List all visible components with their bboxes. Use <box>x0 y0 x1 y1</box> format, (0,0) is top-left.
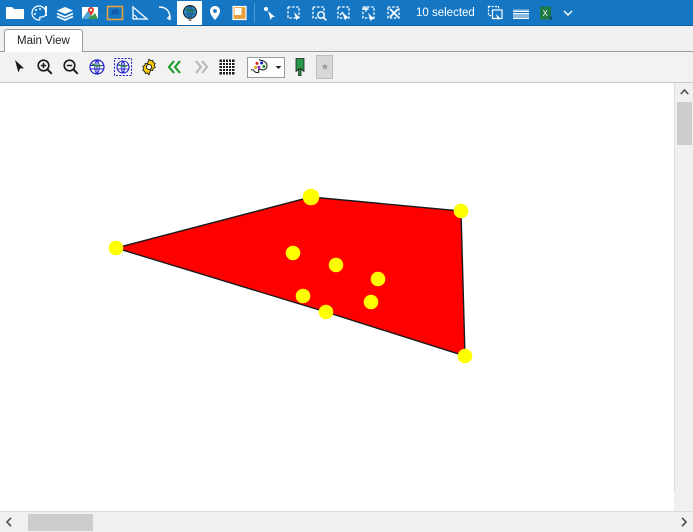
open-folder-icon[interactable] <box>2 1 27 25</box>
vertical-scroll-thumb[interactable] <box>677 102 692 145</box>
tab-main-view[interactable]: Main View <box>4 29 83 52</box>
scroll-left-arrow-icon[interactable] <box>0 512 18 532</box>
scroll-up-arrow-icon[interactable] <box>675 83 693 100</box>
scroll-right-arrow-icon[interactable] <box>675 512 693 532</box>
polygon-vertex[interactable] <box>457 348 473 364</box>
measure-angle-icon[interactable] <box>127 1 152 25</box>
boundary-icon[interactable] <box>102 1 127 25</box>
tab-bar: Main View <box>0 26 693 52</box>
clear-selection-icon[interactable] <box>382 1 407 25</box>
scrollbar-corner <box>674 492 693 511</box>
select-point-icon[interactable] <box>257 1 282 25</box>
window-icon[interactable] <box>227 1 252 25</box>
map-pin-icon[interactable] <box>77 1 102 25</box>
table-view-icon[interactable] <box>509 1 534 25</box>
globe-icon[interactable] <box>177 0 202 25</box>
geometry-scene[interactable] <box>0 83 674 510</box>
pointer-tool-icon[interactable] <box>6 55 32 80</box>
polygon-vertex[interactable] <box>108 240 124 256</box>
horizontal-scroll-thumb[interactable] <box>28 514 93 531</box>
horizontal-scrollbar[interactable] <box>0 511 693 532</box>
step-forward-icon[interactable] <box>188 55 214 80</box>
selected-polygon[interactable] <box>113 196 466 357</box>
polygon-vertex[interactable] <box>295 288 311 304</box>
polygon-vertex[interactable] <box>370 271 386 287</box>
zoom-in-icon[interactable] <box>32 55 58 80</box>
color-palette-picker[interactable] <box>247 56 285 78</box>
step-back-icon[interactable] <box>162 55 188 80</box>
vector-field-icon[interactable]: x <box>152 1 177 25</box>
grid-icon[interactable] <box>214 55 240 80</box>
polygon-vertex[interactable] <box>302 188 320 206</box>
polygon-vertex[interactable] <box>328 257 344 273</box>
overflow-caret-icon[interactable] <box>559 1 577 25</box>
favorite-star-icon <box>316 55 333 79</box>
select-rectangle-icon[interactable] <box>282 1 307 25</box>
selection-status-label: 10 selected <box>416 6 475 19</box>
bookmark-flag-icon[interactable] <box>291 55 309 80</box>
layers-icon[interactable] <box>52 1 77 25</box>
globe-select-icon[interactable] <box>110 55 136 80</box>
select-lasso-icon[interactable] <box>332 1 357 25</box>
polygon-vertex[interactable] <box>363 294 379 310</box>
svg-text:X: X <box>543 9 549 18</box>
location-marker-icon[interactable] <box>202 1 227 25</box>
settings-gear-icon[interactable] <box>136 55 162 80</box>
globe-view-icon[interactable] <box>84 55 110 80</box>
toolbar-separator <box>254 2 255 23</box>
select-add-icon[interactable] <box>357 1 382 25</box>
svg-text:x: x <box>168 16 171 22</box>
vertical-scrollbar[interactable] <box>674 83 693 510</box>
export-excel-icon[interactable]: X <box>534 1 559 25</box>
view-canvas[interactable]: y x z 100m <box>0 83 675 510</box>
polygon-vertex[interactable] <box>285 245 301 261</box>
polygon-vertex[interactable] <box>453 203 469 219</box>
duplicate-selection-icon[interactable] <box>484 1 509 25</box>
main-toolbar: x 10 selected X <box>0 0 693 26</box>
tab-label: Main View <box>17 35 70 47</box>
palette-icon[interactable] <box>27 1 52 25</box>
polygon-vertex[interactable] <box>318 304 334 320</box>
view-toolbar <box>0 52 693 83</box>
select-zoom-icon[interactable] <box>307 1 332 25</box>
zoom-out-icon[interactable] <box>58 55 84 80</box>
application-window: x 10 selected X Main View <box>0 0 693 532</box>
